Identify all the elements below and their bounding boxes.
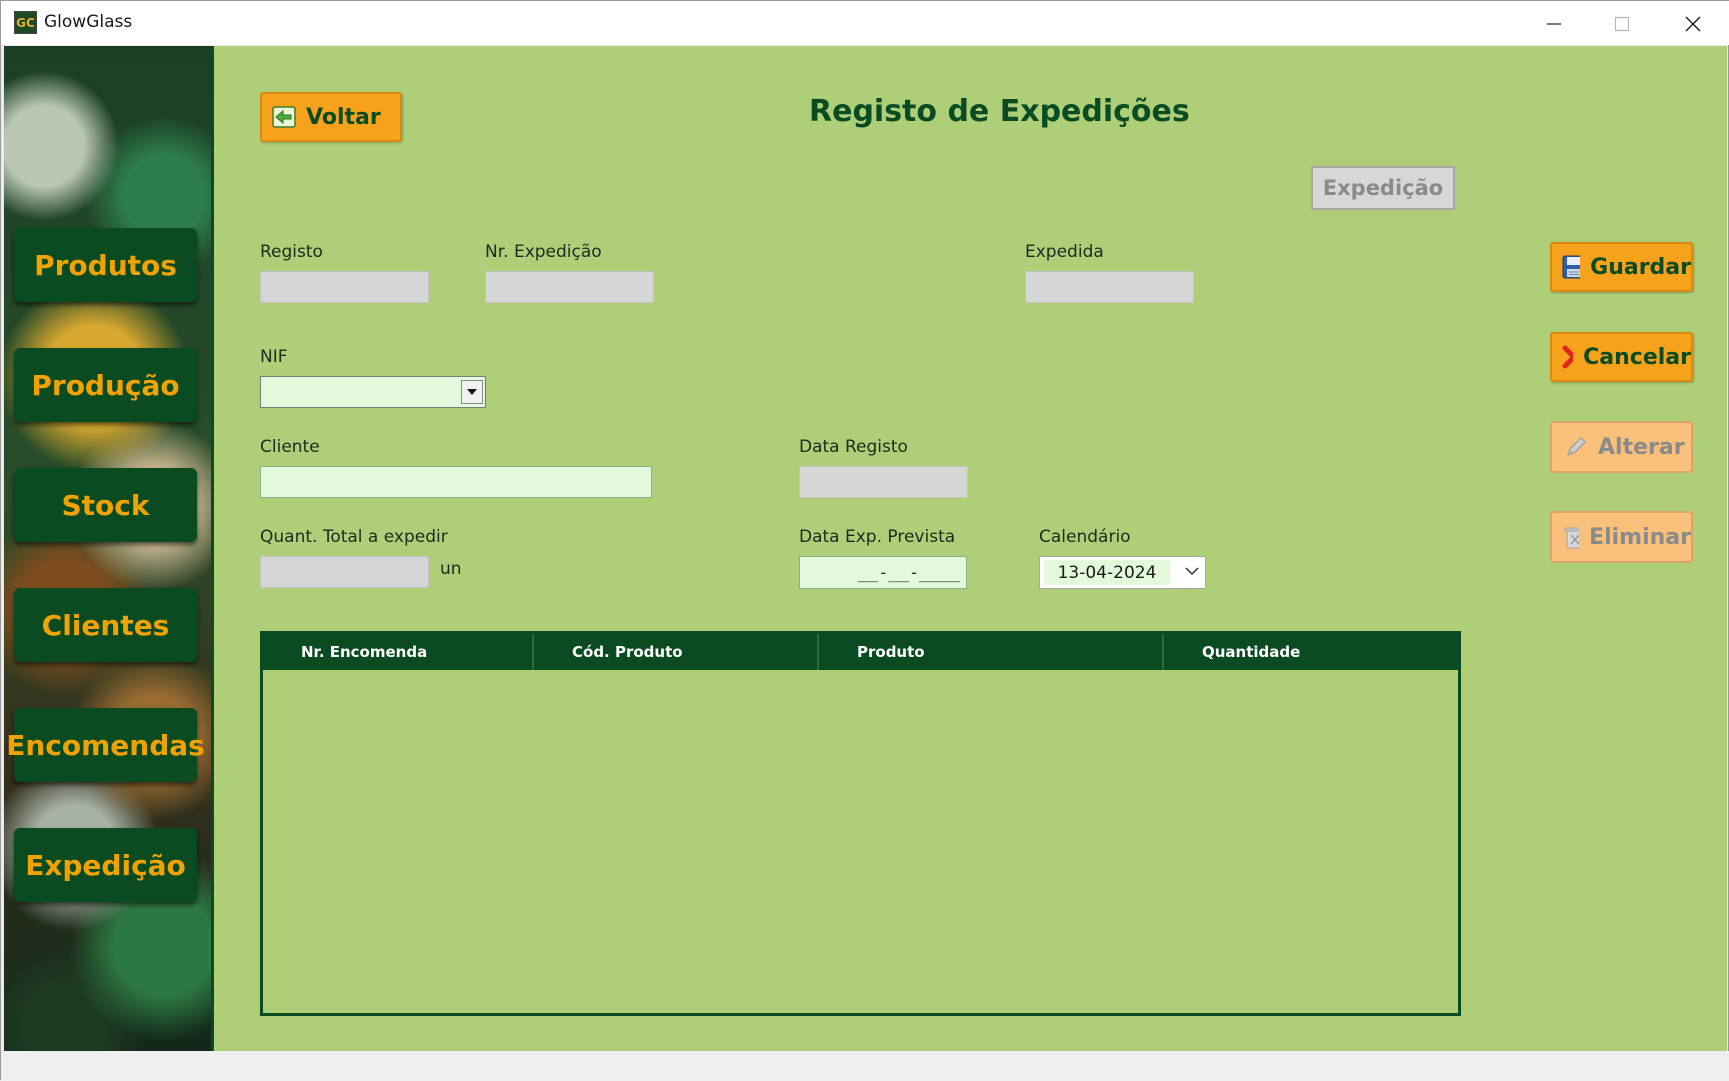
nr-expedicao-field xyxy=(485,271,654,303)
cancelar-label: Cancelar xyxy=(1583,344,1691,370)
alterar-button: Alterar xyxy=(1550,421,1693,473)
floppy-disk-icon xyxy=(1562,255,1581,279)
app-window: GC GlowGlass Produtos Produção Stock Cli… xyxy=(0,0,1729,1081)
expedicao-mode-button: Expedição xyxy=(1311,166,1455,210)
back-button[interactable]: Voltar xyxy=(260,92,402,142)
guardar-button[interactable]: Guardar xyxy=(1550,242,1693,292)
registo-field xyxy=(260,271,429,303)
close-icon xyxy=(1685,16,1701,32)
table-header: Nr. Encomenda Cód. Produto Produto Quant… xyxy=(263,634,1458,670)
eliminar-button: Eliminar xyxy=(1550,511,1693,563)
back-button-label: Voltar xyxy=(306,104,381,130)
app-logo-icon: GC xyxy=(14,11,37,34)
sidebar-nav: Produtos Produção Stock Clientes Encomen… xyxy=(4,46,214,1051)
maximize-button[interactable] xyxy=(1597,7,1647,39)
sidebar-item-expedicao[interactable]: Expedição xyxy=(14,828,197,902)
calendario-value: 13-04-2024 xyxy=(1044,560,1170,585)
minimize-icon xyxy=(1547,23,1561,25)
sidebar-item-produtos[interactable]: Produtos xyxy=(14,228,197,302)
data-registo-field xyxy=(799,466,968,498)
chevron-down-icon xyxy=(467,389,477,395)
sidebar-item-stock[interactable]: Stock xyxy=(14,468,197,542)
bottom-border xyxy=(1,1051,1729,1081)
registo-label: Registo xyxy=(260,242,323,262)
quant-total-field xyxy=(260,556,429,588)
red-x-icon xyxy=(1562,345,1574,369)
nif-label: NIF xyxy=(260,347,288,367)
sidebar-item-encomendas[interactable]: Encomendas xyxy=(6,708,205,782)
cancelar-button[interactable]: Cancelar xyxy=(1550,332,1693,382)
nr-expedicao-label: Nr. Expedição xyxy=(485,242,602,262)
quant-unit-label: un xyxy=(440,559,462,579)
cliente-field[interactable] xyxy=(260,466,652,498)
dropdown-arrow-button[interactable] xyxy=(461,380,483,404)
data-exp-prevista-field[interactable]: __-__-____ xyxy=(799,556,967,589)
maximize-icon xyxy=(1614,16,1630,32)
items-table[interactable]: Nr. Encomenda Cód. Produto Produto Quant… xyxy=(260,631,1461,1016)
expedida-label: Expedida xyxy=(1025,242,1104,262)
pencil-icon xyxy=(1567,437,1586,456)
alterar-label: Alterar xyxy=(1598,434,1685,460)
guardar-label: Guardar xyxy=(1590,254,1691,280)
main-panel: Voltar Registo de Expedições Expedição R… xyxy=(214,46,1727,1051)
window-title: GlowGlass xyxy=(44,12,133,32)
eliminar-label: Eliminar xyxy=(1589,524,1691,550)
close-window-button[interactable] xyxy=(1668,7,1718,39)
sidebar-item-clientes[interactable]: Clientes xyxy=(14,588,197,662)
calendario-label: Calendário xyxy=(1039,527,1131,547)
sidebar-item-producao[interactable]: Produção xyxy=(14,348,197,422)
column-header-produto[interactable]: Produto xyxy=(819,634,1164,670)
nif-dropdown[interactable] xyxy=(260,376,486,408)
arrow-left-icon xyxy=(272,106,296,128)
column-header-cod-produto[interactable]: Cód. Produto xyxy=(534,634,819,670)
cliente-label: Cliente xyxy=(260,437,320,457)
calendario-datepicker[interactable]: 13-04-2024 xyxy=(1039,556,1206,589)
minimize-button[interactable] xyxy=(1529,7,1579,39)
column-header-nr-encomenda[interactable]: Nr. Encomenda xyxy=(263,634,534,670)
data-registo-label: Data Registo xyxy=(799,437,908,457)
title-bar: GC GlowGlass xyxy=(1,1,1729,45)
trash-icon xyxy=(1564,527,1580,549)
column-header-quantidade[interactable]: Quantidade xyxy=(1164,634,1458,670)
data-exp-prevista-label: Data Exp. Prevista xyxy=(799,527,956,547)
quant-total-label: Quant. Total a expedir xyxy=(260,527,448,547)
chevron-down-icon xyxy=(1185,567,1199,576)
page-title: Registo de Expedições xyxy=(809,94,1190,129)
expedida-field xyxy=(1025,271,1194,303)
